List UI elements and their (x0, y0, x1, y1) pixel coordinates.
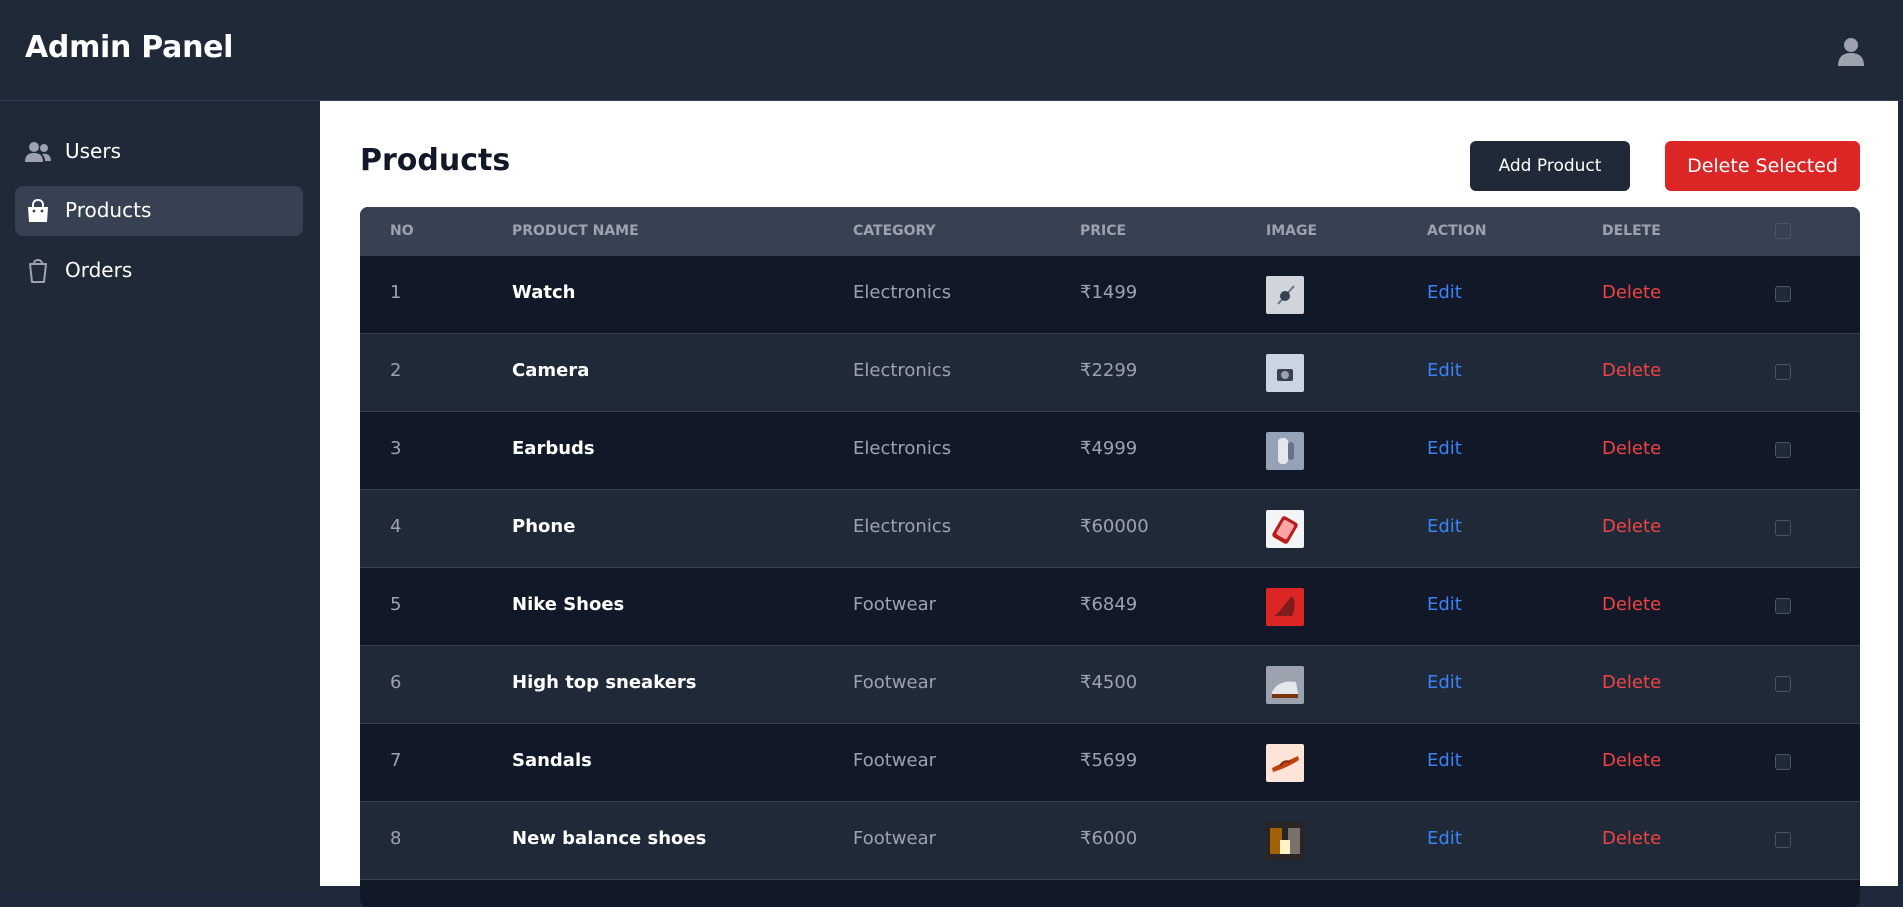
product-price: ₹2299 (1080, 360, 1138, 381)
edit-link[interactable]: Edit (1427, 750, 1462, 771)
row-checkbox[interactable] (1775, 754, 1791, 770)
column-header-image: IMAGE (1266, 223, 1318, 239)
product-category: Footwear (853, 750, 937, 771)
row-number: 5 (390, 594, 402, 615)
row-checkbox[interactable] (1775, 676, 1791, 692)
sidebar-item-products[interactable]: Products (15, 186, 303, 236)
row-number: 1 (390, 282, 402, 303)
table-header: NO PRODUCT NAME CATEGORY PRICE IMAGE ACT… (360, 207, 1860, 256)
shopping-bag-icon (25, 198, 51, 223)
table-row: 7 Sandals Footwear ₹5699 Edit Delete (360, 724, 1860, 802)
sidebar: Users Products Orders (0, 101, 320, 890)
row-number: 4 (390, 516, 402, 537)
row-checkbox[interactable] (1775, 598, 1791, 614)
sidebar-item-label: Products (65, 198, 152, 222)
sneakers-thumbnail (1266, 666, 1304, 704)
sidebar-item-label: Orders (65, 258, 133, 282)
table-row: 2 Camera Electronics ₹2299 Edit Delete (360, 334, 1860, 412)
table-row: 6 High top sneakers Footwear ₹4500 Edit … (360, 646, 1860, 724)
product-price: ₹4500 (1080, 672, 1138, 693)
column-header-action: ACTION (1427, 223, 1487, 239)
product-category: Footwear (853, 594, 937, 615)
user-icon[interactable] (1834, 34, 1868, 68)
product-category: Electronics (853, 438, 952, 459)
table-row: 4 Phone Electronics ₹60000 Edit Delete (360, 490, 1860, 568)
product-price: ₹60000 (1080, 516, 1149, 537)
table-row: 8 New balance shoes Footwear ₹6000 Edit … (360, 802, 1860, 880)
column-header-price: PRICE (1080, 223, 1127, 239)
delete-link[interactable]: Delete (1602, 360, 1661, 381)
edit-link[interactable]: Edit (1427, 282, 1462, 303)
product-price: ₹4999 (1080, 438, 1138, 459)
row-number: 2 (390, 360, 402, 381)
nike-shoes-thumbnail (1266, 588, 1304, 626)
add-product-button[interactable]: Add Product (1470, 141, 1630, 191)
product-price: ₹6849 (1080, 594, 1138, 615)
edit-link[interactable]: Edit (1427, 594, 1462, 615)
product-name: Nike Shoes (512, 594, 625, 615)
delete-link[interactable]: Delete (1602, 672, 1661, 693)
row-checkbox[interactable] (1775, 442, 1791, 458)
edit-link[interactable]: Edit (1427, 828, 1462, 849)
product-name: Phone (512, 516, 576, 537)
column-header-category: CATEGORY (853, 223, 936, 239)
row-number: 7 (390, 750, 402, 771)
row-checkbox[interactable] (1775, 364, 1791, 380)
edit-link[interactable]: Edit (1427, 516, 1462, 537)
row-number: 3 (390, 438, 402, 459)
camera-thumbnail (1266, 354, 1304, 392)
column-header-delete: DELETE (1602, 223, 1661, 239)
row-checkbox[interactable] (1775, 286, 1791, 302)
page-title: Products (360, 143, 511, 178)
sidebar-item-label: Users (65, 139, 122, 163)
edit-link[interactable]: Edit (1427, 360, 1462, 381)
product-price: ₹5699 (1080, 750, 1138, 771)
new-balance-thumbnail (1266, 822, 1304, 860)
table-row: 3 Earbuds Electronics ₹4999 Edit Delete (360, 412, 1860, 490)
sidebar-item-orders[interactable]: Orders (15, 246, 303, 296)
row-number: 6 (390, 672, 402, 693)
product-name: New balance shoes (512, 828, 707, 849)
delete-link[interactable]: Delete (1602, 438, 1661, 459)
select-all-checkbox[interactable] (1775, 223, 1791, 239)
delete-link[interactable]: Delete (1602, 516, 1661, 537)
product-name: Earbuds (512, 438, 595, 459)
product-price: ₹6000 (1080, 828, 1138, 849)
cart-icon (25, 258, 51, 283)
products-table: NO PRODUCT NAME CATEGORY PRICE IMAGE ACT… (360, 207, 1860, 907)
phone-thumbnail (1266, 510, 1304, 548)
top-header: Admin Panel (0, 0, 1903, 101)
sidebar-item-users[interactable]: Users (15, 127, 303, 177)
delete-selected-button[interactable]: Delete Selected (1665, 141, 1860, 191)
product-name: Watch (512, 282, 576, 303)
row-checkbox[interactable] (1775, 520, 1791, 536)
app-title: Admin Panel (25, 30, 234, 65)
delete-link[interactable]: Delete (1602, 282, 1661, 303)
main-content: Products Add Product Delete Selected NO … (320, 101, 1898, 907)
edit-link[interactable]: Edit (1427, 438, 1462, 459)
product-category: Footwear (853, 828, 937, 849)
product-name: Sandals (512, 750, 592, 771)
product-price: ₹1499 (1080, 282, 1138, 303)
table-row: 1 Watch Electronics ₹1499 Edit Delete (360, 256, 1860, 334)
product-name: High top sneakers (512, 672, 697, 693)
delete-link[interactable]: Delete (1602, 828, 1661, 849)
earbuds-thumbnail (1266, 432, 1304, 470)
product-category: Electronics (853, 516, 952, 537)
product-name: Camera (512, 360, 590, 381)
row-checkbox[interactable] (1775, 832, 1791, 848)
watch-thumbnail (1266, 276, 1304, 314)
row-number: 8 (390, 828, 402, 849)
edit-link[interactable]: Edit (1427, 672, 1462, 693)
sandals-thumbnail (1266, 744, 1304, 782)
delete-link[interactable]: Delete (1602, 594, 1661, 615)
product-category: Electronics (853, 282, 952, 303)
users-icon (25, 140, 51, 164)
table-row: 5 Nike Shoes Footwear ₹6849 Edit Delete (360, 568, 1860, 646)
column-header-no: NO (390, 223, 414, 239)
delete-link[interactable]: Delete (1602, 750, 1661, 771)
column-header-product-name: PRODUCT NAME (512, 223, 639, 239)
product-category: Footwear (853, 672, 937, 693)
product-category: Electronics (853, 360, 952, 381)
